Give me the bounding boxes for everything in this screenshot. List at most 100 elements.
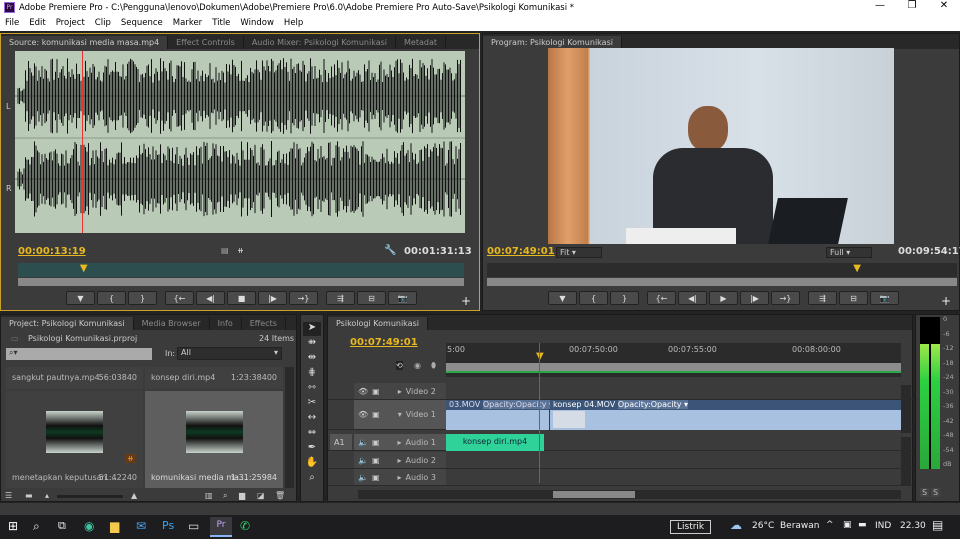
- go-to-out-button[interactable]: →}: [289, 291, 318, 305]
- menu-edit[interactable]: Edit: [24, 18, 50, 28]
- clip-effect-dropdown[interactable]: Opacity:Opacity ▾: [482, 400, 554, 409]
- eye-icon[interactable]: 👁: [358, 410, 368, 419]
- speaker-icon[interactable]: 🔈: [358, 473, 368, 482]
- project-item-tile[interactable]: konsep diri.mp4 1:23:38400: [145, 367, 283, 389]
- overlay-button[interactable]: ⊟: [839, 291, 868, 305]
- menu-file[interactable]: File: [0, 18, 24, 28]
- pen-tool-icon[interactable]: ✒: [303, 442, 321, 456]
- list-view-icon[interactable]: ☰: [5, 491, 12, 500]
- tab-media-browser[interactable]: Media Browser: [134, 317, 210, 330]
- video-clip[interactable]: 03.MOV Opacity:Opacity ▾: [446, 400, 554, 430]
- play-button[interactable]: |▶: [740, 291, 769, 305]
- export-frame-button[interactable]: 📷: [388, 291, 417, 305]
- source-track-target[interactable]: A1: [330, 434, 352, 450]
- tab-source[interactable]: Source: komunikasi media masa.mp4: [1, 36, 169, 49]
- whatsapp-icon[interactable]: ✆: [240, 519, 250, 533]
- temperature[interactable]: 26°C: [752, 521, 774, 531]
- weather-status[interactable]: Berawan: [780, 521, 820, 531]
- timeline-ruler[interactable]: 5:00 00:07:50:00 00:07:55:00 00:08:00:00…: [446, 343, 901, 377]
- add-button-icon[interactable]: +: [461, 294, 471, 308]
- eye-icon[interactable]: 👁: [358, 387, 368, 396]
- menu-marker[interactable]: Marker: [168, 18, 207, 28]
- source-zoom-scrollbar[interactable]: [18, 278, 464, 286]
- menu-window[interactable]: Window: [235, 18, 279, 28]
- audio-clip[interactable]: konsep diri.mp4: [446, 434, 544, 451]
- language-indicator[interactable]: IND: [875, 521, 891, 531]
- automate-sequence-icon[interactable]: ▥: [205, 491, 213, 500]
- video-clip[interactable]: konsep 04.MOV Opacity:Opacity ▾: [550, 400, 901, 430]
- ripple-edit-tool-icon[interactable]: ⇹: [303, 352, 321, 366]
- export-frame-button[interactable]: 📷: [870, 291, 899, 305]
- stop-button[interactable]: ■: [227, 291, 256, 305]
- tab-info[interactable]: Info: [210, 317, 242, 330]
- find-icon[interactable]: ⌕: [223, 491, 227, 501]
- tab-metadata[interactable]: Metadat: [396, 36, 446, 49]
- collapse-icon[interactable]: ▾: [398, 410, 402, 419]
- program-current-timecode[interactable]: 00:07:49:01: [487, 246, 555, 257]
- step-back-button[interactable]: ◀|: [196, 291, 225, 305]
- hand-tool-icon[interactable]: ✋: [303, 457, 321, 471]
- program-zoom-scrollbar[interactable]: [487, 278, 957, 286]
- menu-sequence[interactable]: Sequence: [116, 18, 168, 28]
- windows-start-icon[interactable]: ⊞: [8, 519, 18, 533]
- mail-icon[interactable]: ✉: [136, 519, 146, 533]
- camera-icon[interactable]: ▣: [843, 520, 852, 530]
- play-button[interactable]: ▶: [709, 291, 738, 305]
- notification-icon[interactable]: ▤: [932, 518, 943, 532]
- project-scrollbar[interactable]: [285, 367, 294, 488]
- tab-sequence[interactable]: Psikologi Komunikasi: [328, 317, 428, 330]
- snap-icon[interactable]: ⟲: [396, 361, 403, 370]
- zoom-in-icon[interactable]: ▲: [131, 491, 137, 500]
- timeline-horizontal-scrollbar[interactable]: [358, 490, 901, 499]
- mark-out-button[interactable]: }: [128, 291, 157, 305]
- zoom-tool-icon[interactable]: ⌕: [303, 472, 321, 486]
- add-button-icon[interactable]: +: [941, 294, 951, 308]
- sync-lock-icon[interactable]: ▣: [372, 473, 380, 482]
- tab-audio-mixer[interactable]: Audio Mixer: Psikologi Komunikasi: [244, 36, 396, 49]
- timeline-current-timecode[interactable]: 00:07:49:01: [350, 337, 418, 348]
- menu-help[interactable]: Help: [279, 18, 308, 28]
- overlay-button[interactable]: ⊟: [357, 291, 386, 305]
- photoshop-icon[interactable]: Ps: [162, 519, 174, 532]
- source-current-timecode[interactable]: 00:00:13:19: [18, 246, 86, 257]
- in-filter-dropdown[interactable]: All ▾: [177, 347, 282, 360]
- cloud-icon[interactable]: ☁: [730, 518, 742, 532]
- mark-in-button[interactable]: {: [579, 291, 608, 305]
- battery-icon[interactable]: ▬: [858, 520, 867, 530]
- source-playhead-marker[interactable]: ▼: [80, 263, 88, 274]
- sync-lock-icon[interactable]: ▣: [372, 456, 380, 465]
- folder-icon[interactable]: ▭: [188, 519, 199, 533]
- drag-audio-icon[interactable]: ⧺: [237, 246, 244, 255]
- zoom-out-icon[interactable]: ▴: [45, 491, 49, 500]
- tab-project[interactable]: Project: Psikologi Komunikasi: [1, 317, 134, 330]
- task-view-icon[interactable]: ⧉: [58, 519, 66, 533]
- speaker-icon[interactable]: 🔈: [358, 456, 368, 465]
- project-item-tile[interactable]: ⧺ menetapkan keputusan.... 51:42240: [6, 391, 143, 488]
- source-time-ruler[interactable]: ▼: [18, 263, 464, 277]
- go-to-out-button[interactable]: →}: [771, 291, 800, 305]
- go-to-in-button[interactable]: {←: [647, 291, 676, 305]
- drag-video-icon[interactable]: ▤: [221, 246, 229, 255]
- add-marker-button[interactable]: ▼: [66, 291, 95, 305]
- expand-icon[interactable]: ▸: [398, 387, 402, 396]
- rolling-edit-tool-icon[interactable]: ⋕: [303, 367, 321, 381]
- track-select-tool-icon[interactable]: ⇻: [303, 337, 321, 351]
- program-time-ruler[interactable]: ▼: [487, 263, 957, 277]
- video-tracks-scrollbar[interactable]: [901, 385, 911, 433]
- expand-icon[interactable]: ▸: [398, 438, 402, 447]
- tab-effect-controls[interactable]: Effect Controls: [168, 36, 244, 49]
- expand-icon[interactable]: ▸: [398, 473, 402, 482]
- program-playhead-marker[interactable]: ▼: [853, 263, 861, 274]
- play-button[interactable]: |▶: [258, 291, 287, 305]
- step-back-button[interactable]: ◀|: [678, 291, 707, 305]
- solo-left-button[interactable]: S: [920, 488, 930, 497]
- add-marker-icon[interactable]: ◉: [414, 361, 421, 370]
- new-bin-icon[interactable]: ▆: [239, 491, 245, 500]
- go-to-in-button[interactable]: {←: [165, 291, 194, 305]
- clip-effect-dropdown[interactable]: Opacity:Opacity ▾: [617, 400, 689, 409]
- trash-icon[interactable]: 🗑: [275, 491, 285, 500]
- insert-button[interactable]: ⇶: [326, 291, 355, 305]
- tab-effects[interactable]: Effects: [242, 317, 286, 330]
- fit-dropdown[interactable]: Fit ▾: [556, 247, 602, 258]
- project-item-tile-selected[interactable]: komunikasi media ma... 1:31:25984: [145, 391, 283, 488]
